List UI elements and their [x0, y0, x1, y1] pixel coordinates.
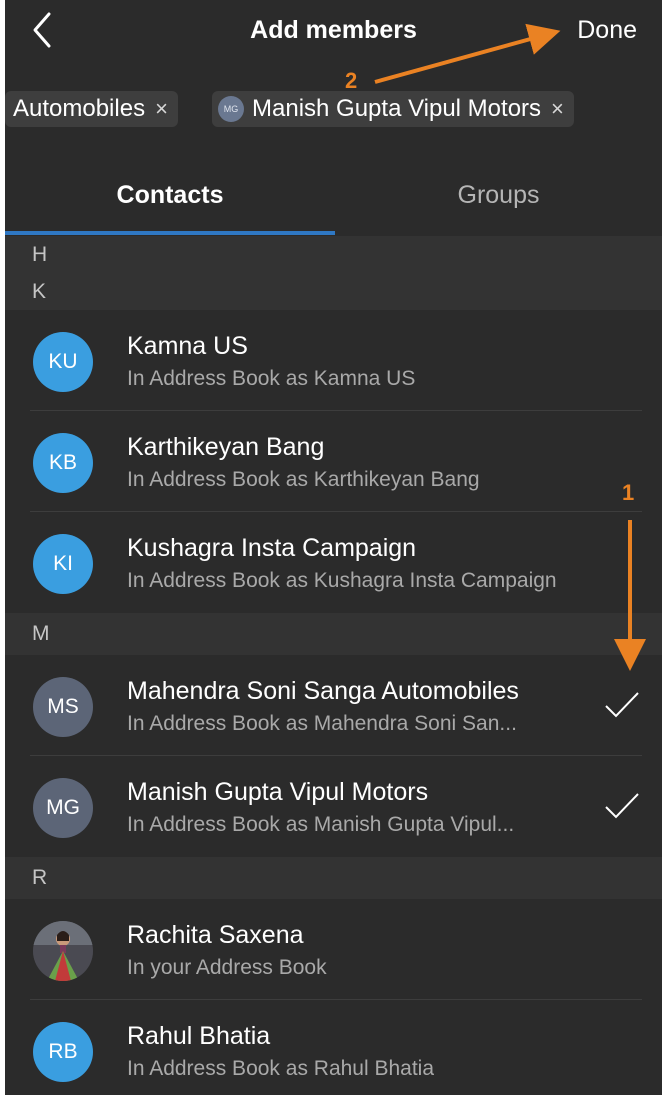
chip-manish-gupta[interactable]: MG Manish Gupta Vipul Motors × [212, 91, 574, 127]
contact-subtitle: In Address Book as Rahul Bhatia [127, 1057, 435, 1080]
top-bar: Add members Done [5, 0, 662, 66]
tab-groups[interactable]: Groups [335, 154, 662, 236]
section-header-m: M [5, 613, 662, 655]
contact-subtitle: In your Address Book [127, 956, 327, 979]
avatar: MG [33, 778, 93, 838]
active-tab-indicator [5, 231, 335, 235]
avatar: KB [33, 433, 93, 493]
avatar: MS [33, 677, 93, 737]
list-item[interactable]: KB Karthikeyan Bang In Address Book as K… [5, 411, 662, 512]
avatar: KU [33, 332, 93, 392]
profile-photo [33, 921, 93, 981]
avatar: KI [33, 534, 93, 594]
done-button[interactable]: Done [577, 16, 637, 45]
checkmark-icon [605, 692, 639, 718]
tab-bar: Contacts Groups [5, 154, 662, 236]
contact-subtitle: In Address Book as Manish Gupta Vipul... [127, 813, 515, 836]
person-photo-icon [33, 921, 93, 981]
contact-subtitle: In Address Book as Kushagra Insta Campai… [127, 569, 557, 592]
contact-subtitle: In Address Book as Karthikeyan Bang [127, 468, 480, 491]
chip-automobiles[interactable]: Automobiles × [5, 91, 178, 127]
chip-label: Manish Gupta Vipul Motors [252, 95, 542, 122]
list-item[interactable]: KU Kamna US In Address Book as Kamna US [5, 310, 662, 411]
remove-icon[interactable]: × [155, 96, 168, 122]
contact-list[interactable]: H K KU Kamna US In Address Book as Kamna… [5, 236, 662, 1095]
avatar: RB [33, 1022, 93, 1082]
list-item[interactable]: MS Mahendra Soni Sanga Automobiles In Ad… [5, 655, 662, 756]
section-header-k: K [5, 274, 662, 310]
contact-name: Rachita Saxena [127, 921, 304, 949]
remove-icon[interactable]: × [551, 96, 564, 122]
list-item[interactable]: MG Manish Gupta Vipul Motors In Address … [5, 756, 662, 857]
app-frame: Add members Done Automobiles × MG Manish… [5, 0, 662, 1095]
contact-name: Mahendra Soni Sanga Automobiles [127, 677, 519, 705]
contact-name: Kamna US [127, 332, 248, 360]
selected-members-bar: Automobiles × MG Manish Gupta Vipul Moto… [5, 66, 662, 154]
list-item[interactable]: RB Rahul Bhatia In Address Book as Rahul… [5, 1000, 662, 1095]
contact-name: Manish Gupta Vipul Motors [127, 778, 429, 806]
tab-contacts[interactable]: Contacts [5, 154, 335, 236]
section-header-r: R [5, 857, 662, 899]
contact-name: Kushagra Insta Campaign [127, 534, 417, 562]
contact-subtitle: In Address Book as Kamna US [127, 367, 416, 390]
contact-subtitle: In Address Book as Mahendra Soni San... [127, 712, 517, 735]
section-header-h: H [5, 236, 662, 274]
chip-label: Automobiles [13, 95, 146, 122]
avatar: MG [218, 96, 244, 122]
contact-name: Karthikeyan Bang [127, 433, 325, 461]
list-item[interactable]: Rachita Saxena In your Address Book [5, 899, 662, 1000]
checkmark-icon [605, 793, 639, 819]
page-title: Add members [250, 16, 417, 44]
contact-name: Rahul Bhatia [127, 1022, 271, 1050]
list-item[interactable]: KI Kushagra Insta Campaign In Address Bo… [5, 512, 662, 613]
